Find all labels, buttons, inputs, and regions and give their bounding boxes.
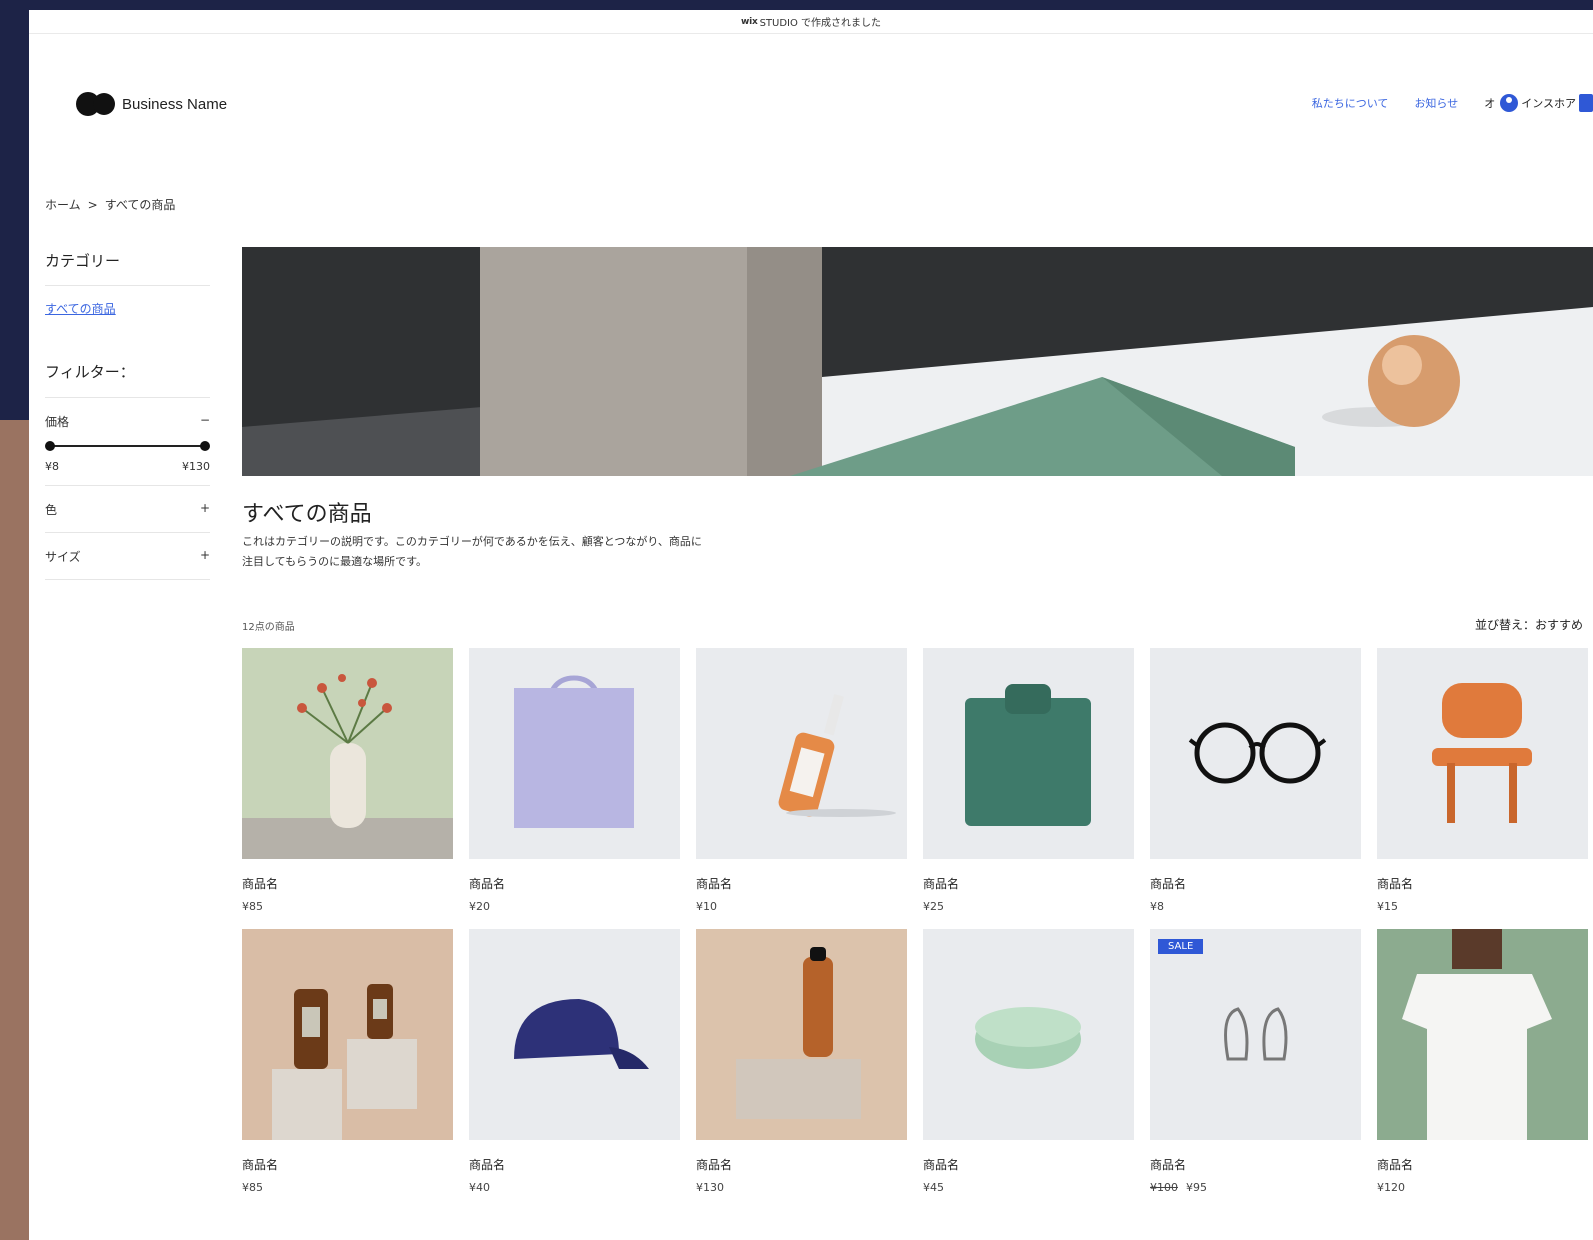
- product-image-water-bottle[interactable]: [696, 929, 907, 1140]
- product-name[interactable]: 商品名: [696, 875, 907, 892]
- product-name[interactable]: 商品名: [469, 1156, 680, 1173]
- slider-min-handle[interactable]: [45, 441, 55, 451]
- product-card[interactable]: 商品名 ¥10: [696, 648, 907, 913]
- size-filter-header[interactable]: サイズ +: [45, 533, 210, 580]
- wix-banner[interactable]: wix STUDIO で作成されました: [29, 10, 1593, 34]
- cart-icon[interactable]: [1579, 94, 1593, 112]
- user-avatar-icon[interactable]: [1500, 94, 1519, 112]
- product-image-chair[interactable]: [1377, 648, 1588, 859]
- wix-brand: wix: [740, 16, 758, 27]
- product-image-vase[interactable]: [242, 648, 453, 859]
- sale-badge: SALE: [1158, 939, 1204, 954]
- color-filter-header[interactable]: 色 +: [45, 486, 210, 533]
- product-name[interactable]: 商品名: [469, 875, 680, 892]
- product-price: ¥40: [469, 1181, 490, 1194]
- product-name[interactable]: 商品名: [242, 875, 453, 892]
- sale-price: ¥95: [1186, 1181, 1207, 1194]
- breadcrumb: ホーム > すべての商品: [45, 196, 175, 213]
- product-count: 12点の商品: [242, 622, 295, 633]
- business-name: Business Name: [122, 95, 228, 113]
- product-image-glasses[interactable]: [1150, 648, 1361, 859]
- product-price: ¥15: [1377, 900, 1398, 913]
- product-price: ¥20: [469, 900, 490, 913]
- product-card[interactable]: 商品名 ¥85: [242, 648, 453, 913]
- product-card[interactable]: 商品名 ¥20: [469, 648, 680, 913]
- nav-item-about[interactable]: 私たちについて: [1312, 95, 1389, 111]
- product-image-cap[interactable]: [469, 929, 680, 1140]
- expand-icon[interactable]: +: [200, 548, 210, 565]
- product-card[interactable]: 商品名 ¥45: [923, 929, 1134, 1194]
- category-banner-image: [242, 247, 1593, 476]
- product-name[interactable]: 商品名: [242, 1156, 453, 1173]
- category-link-all[interactable]: すべての商品: [45, 300, 210, 317]
- product-price: ¥85: [242, 900, 263, 913]
- logo[interactable]: Business Name: [76, 91, 227, 117]
- product-card[interactable]: 商品名 ¥85: [242, 929, 453, 1194]
- product-name[interactable]: 商品名: [923, 1156, 1134, 1173]
- filter-heading: フィルター：: [45, 361, 210, 398]
- filter-sidebar: カテゴリー すべての商品 フィルター： 価格 − ¥8 ¥130 色 + サイズ…: [45, 250, 210, 580]
- product-card[interactable]: 商品名 ¥15: [1377, 648, 1588, 913]
- expand-icon[interactable]: +: [200, 501, 210, 518]
- product-image-sweater[interactable]: [923, 648, 1134, 859]
- product-image-soap[interactable]: [923, 929, 1134, 1140]
- product-card[interactable]: 商品名 ¥120: [1377, 929, 1588, 1194]
- wix-banner-text: STUDIO で作成されました: [759, 18, 882, 29]
- product-card[interactable]: 商品名 ¥40: [469, 929, 680, 1194]
- product-card[interactable]: 商品名 ¥25: [923, 648, 1134, 913]
- product-image-tote-bag[interactable]: [469, 648, 680, 859]
- product-name[interactable]: 商品名: [1150, 1156, 1361, 1173]
- store-page: wix STUDIO で作成されました Business Name 私たちについ…: [29, 10, 1593, 1240]
- product-card[interactable]: 商品名 ¥130: [696, 929, 907, 1194]
- product-image-earrings[interactable]: SALE: [1150, 929, 1361, 1140]
- slider-track: [49, 445, 206, 447]
- price-filter-header[interactable]: 価格 −: [45, 398, 210, 430]
- product-image-pump-bottles[interactable]: [242, 929, 453, 1140]
- description-line-2: 注目してもらうのに最適な場所です。: [242, 555, 428, 568]
- sort-dropdown[interactable]: 並び替え：おすすめ: [1475, 616, 1583, 633]
- nav-item-news[interactable]: お知らせ: [1414, 95, 1458, 111]
- product-price: ¥85: [242, 1181, 263, 1194]
- product-price: ¥100 ¥95: [1150, 1181, 1361, 1194]
- breadcrumb-home[interactable]: ホーム: [45, 198, 81, 212]
- product-image-serum-bottle[interactable]: [696, 648, 907, 859]
- product-price: ¥25: [923, 900, 944, 913]
- category-title: すべての商品: [242, 502, 372, 527]
- product-price: ¥45: [923, 1181, 944, 1194]
- breadcrumb-current: すべての商品: [104, 198, 176, 212]
- collapse-icon[interactable]: −: [200, 413, 210, 430]
- product-name[interactable]: 商品名: [923, 875, 1134, 892]
- product-name[interactable]: 商品名: [1150, 875, 1361, 892]
- site-header: Business Name 私たちについて お知らせ オ インスホア: [29, 34, 1593, 174]
- product-name[interactable]: 商品名: [696, 1156, 907, 1173]
- size-filter-label: サイズ: [45, 550, 81, 564]
- product-card[interactable]: SALE 商品名 ¥100 ¥95: [1150, 929, 1361, 1194]
- product-card[interactable]: 商品名 ¥8: [1150, 648, 1361, 913]
- product-name[interactable]: 商品名: [1377, 1156, 1588, 1173]
- logo-icon: [76, 91, 115, 117]
- product-price: ¥130: [696, 1181, 724, 1194]
- product-price: ¥120: [1377, 1181, 1405, 1194]
- login-link[interactable]: インスホア: [1521, 95, 1576, 111]
- price-max: ¥130: [182, 460, 210, 473]
- breadcrumb-separator-icon: >: [87, 198, 98, 212]
- description-line-1: これはカテゴリーの説明です。このカテゴリーが何であるかを伝え、顧客とつながり、商…: [242, 535, 702, 548]
- account-area: オ インスホア: [1484, 94, 1593, 112]
- main-nav: 私たちについて お知らせ オ インスホア: [1312, 94, 1593, 112]
- price-min: ¥8: [45, 460, 59, 473]
- product-price: ¥10: [696, 900, 717, 913]
- category-description: これはカテゴリーの説明です。このカテゴリーが何であるかを伝え、顧客とつながり、商…: [242, 532, 822, 572]
- product-image-tshirt[interactable]: [1377, 929, 1588, 1140]
- original-price: ¥100: [1150, 1181, 1178, 1194]
- slider-max-handle[interactable]: [200, 441, 210, 451]
- category-heading: カテゴリー: [45, 250, 210, 286]
- product-name[interactable]: 商品名: [1377, 875, 1588, 892]
- product-price: ¥8: [1150, 900, 1164, 913]
- price-range: ¥8 ¥130: [45, 460, 210, 486]
- nav-item-more[interactable]: オ: [1484, 95, 1495, 111]
- color-filter-label: 色: [45, 503, 58, 517]
- price-slider[interactable]: [45, 438, 210, 454]
- price-filter-label: 価格: [45, 415, 70, 429]
